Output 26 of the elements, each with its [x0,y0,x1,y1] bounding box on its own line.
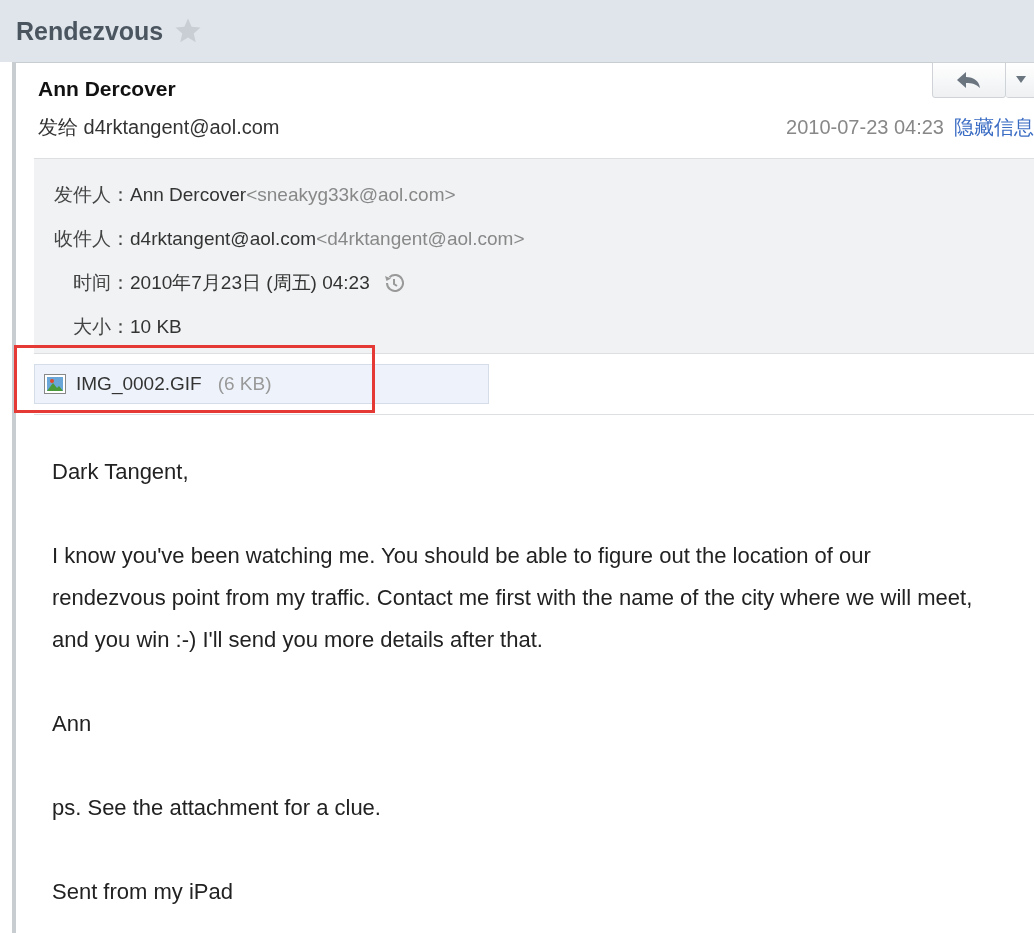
more-actions-button[interactable] [1006,62,1034,98]
contact-address: <sneakyg33k@aol.com> [246,184,456,206]
body-paragraph: Ann [52,710,93,738]
body-paragraph: Sent from my iPad [52,878,234,906]
reply-arrow-icon [956,71,982,89]
field-label: 大小： [72,315,130,339]
field-value: 2010年7月23日 (周五) 04:23 [130,271,370,295]
contact-name: d4rktangent@aol.com [130,228,317,250]
contact-address: <d4rktangent@aol.com> [316,228,525,250]
field-label: 收件人： [53,227,130,251]
field-label: 发件人： [53,183,130,207]
body-paragraph: I know you've been watching me. You should be able to figure out the location of our rendezvous point from my traffic. Contact me first with the name of the city where we will meet, and you win :-) I'll send you more details after that. [52,542,974,654]
recipient-line: 发给 d4rktangent@aol.com [38,115,280,140]
sender-name: Ann Dercover [38,77,176,101]
body-paragraph: ps. See the attachment for a clue. [52,794,382,822]
contact-name: Ann Dercover [130,184,247,206]
field-value: 10 KB [130,316,182,338]
attachment-chip[interactable]: IMG_0002.GIF (6 KB) [34,364,489,404]
image-file-icon [44,374,66,394]
field-label: 时间： [72,271,130,295]
body-paragraph: Dark Tangent, [52,458,190,486]
subject-title: Rendezvous [16,16,164,46]
caret-icon [1015,76,1026,84]
hide-details-link[interactable]: 隐藏信息 [954,114,1034,141]
reply-button[interactable] [932,62,1006,98]
sent-date: 2010-07-23 04:23 [786,116,944,139]
